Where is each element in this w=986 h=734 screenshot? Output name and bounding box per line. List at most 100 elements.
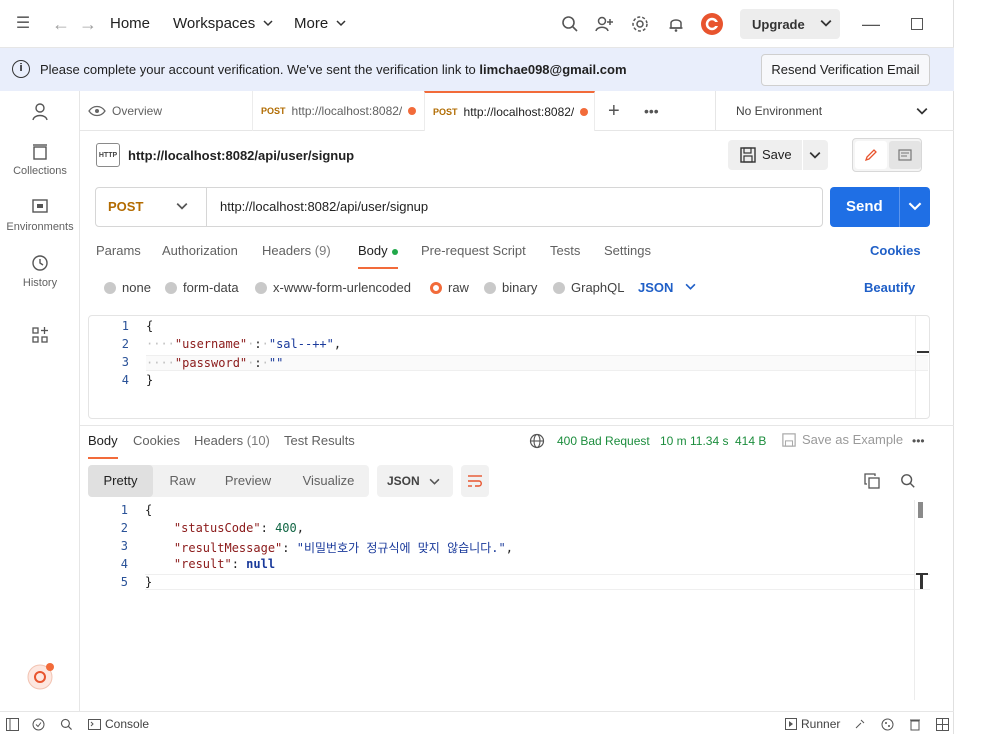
view-visualize[interactable]: Visualize xyxy=(291,465,366,497)
runner-button[interactable]: Runner xyxy=(785,716,840,732)
save-button[interactable]: Save xyxy=(728,140,828,170)
response-tab-test-results[interactable]: Test Results xyxy=(284,433,355,459)
avatar[interactable] xyxy=(700,12,724,36)
minimize-button[interactable]: — xyxy=(860,13,882,35)
new-tab-button[interactable]: + xyxy=(608,91,628,131)
response-format-select[interactable]: JSON xyxy=(377,465,453,497)
json-key: "resultMessage" xyxy=(173,541,283,555)
console-button[interactable]: Console xyxy=(88,716,149,732)
request-body-editor[interactable]: 1 2 3 4 { ····"username"·:·"sal--++", ··… xyxy=(88,315,930,419)
response-body-viewer[interactable]: 1 2 3 4 5 { "statusCode": 400, "resultMe… xyxy=(88,500,930,705)
sync-status-icon[interactable] xyxy=(32,716,45,732)
forward-arrow-icon[interactable]: → xyxy=(77,13,99,35)
chevron-down-icon[interactable] xyxy=(809,149,821,161)
back-arrow-icon[interactable]: ← xyxy=(50,13,72,35)
edit-pencil-icon[interactable] xyxy=(855,141,887,169)
response-size[interactable]: 414 B xyxy=(735,434,766,448)
tab-overview[interactable]: Overview xyxy=(88,91,248,131)
copy-icon[interactable] xyxy=(864,473,880,489)
tab-headers[interactable]: Headers (9) xyxy=(262,243,331,269)
gear-icon[interactable] xyxy=(628,12,652,36)
beautify-link[interactable]: Beautify xyxy=(864,280,915,295)
method-select[interactable]: POST xyxy=(96,188,207,226)
search-icon[interactable] xyxy=(558,12,582,36)
response-status[interactable]: 400 Bad Request xyxy=(557,434,650,448)
view-raw[interactable]: Raw xyxy=(155,465,210,497)
postbot-icon xyxy=(27,663,54,690)
tab-request-2[interactable]: POST http://localhost:8082/ xyxy=(424,91,595,131)
response-view-toggle: Pretty Raw Preview Visualize xyxy=(88,465,369,497)
radio-label: raw xyxy=(448,280,469,295)
more-tabs-icon[interactable]: ••• xyxy=(644,91,664,131)
cookies-icon[interactable] xyxy=(881,716,894,732)
response-tab-body[interactable]: Body xyxy=(88,433,118,459)
sidebar-item-environments[interactable]: Environments xyxy=(0,197,80,233)
save-as-example-button[interactable]: Save as Example xyxy=(782,432,903,447)
editor-scrollbar[interactable] xyxy=(915,316,929,418)
line-number: 1 xyxy=(121,319,129,333)
tab-pre-request-script[interactable]: Pre-request Script xyxy=(421,243,526,269)
upgrade-button[interactable]: Upgrade xyxy=(740,9,840,39)
home-link[interactable]: Home xyxy=(110,14,150,34)
tab-body[interactable]: Body xyxy=(358,243,398,269)
tab-request-1[interactable]: POST http://localhost:8082/ xyxy=(252,91,422,131)
bell-icon[interactable] xyxy=(664,12,688,36)
url-input[interactable]: http://localhost:8082/api/user/signup xyxy=(220,188,428,226)
documentation-icon[interactable] xyxy=(889,141,921,169)
response-scrollbar[interactable] xyxy=(914,500,928,700)
console-label: Console xyxy=(105,717,150,731)
eye-icon xyxy=(88,105,106,117)
sidebar-item-history[interactable]: History xyxy=(0,253,80,289)
more-menu[interactable]: More xyxy=(294,14,346,34)
response-tab-headers[interactable]: Headers (10) xyxy=(194,433,270,459)
environment-selector[interactable]: No Environment xyxy=(715,91,954,131)
response-divider[interactable] xyxy=(80,425,954,426)
body-format-label: JSON xyxy=(638,280,674,295)
body-type-urlencoded[interactable]: x-www-form-urlencoded xyxy=(255,280,411,295)
body-type-graphql[interactable]: GraphQL xyxy=(553,280,624,295)
wrap-lines-icon[interactable] xyxy=(461,465,489,497)
resend-verification-button[interactable]: Resend Verification Email xyxy=(761,54,930,86)
layout-icon[interactable] xyxy=(936,716,949,732)
unsaved-dot xyxy=(580,108,589,116)
sidebar-item-add-apps[interactable] xyxy=(0,325,80,349)
sidebar-toggle-icon[interactable] xyxy=(6,716,19,732)
request-title[interactable]: http://localhost:8082/api/user/signup xyxy=(128,148,354,163)
tab-settings[interactable]: Settings xyxy=(604,243,651,269)
menu-icon[interactable]: ☰ xyxy=(12,14,34,34)
response-tab-cookies[interactable]: Cookies xyxy=(133,433,180,459)
radio-label: x-www-form-urlencoded xyxy=(273,280,411,295)
body-type-none[interactable]: none xyxy=(104,280,151,295)
search-icon[interactable] xyxy=(900,473,916,489)
body-format-select[interactable]: JSON xyxy=(638,280,696,295)
tab-params[interactable]: Params xyxy=(96,243,141,269)
capture-icon[interactable] xyxy=(854,716,866,732)
banner-message: Please complete your account verificatio… xyxy=(40,62,627,77)
find-icon[interactable] xyxy=(60,716,73,732)
code-line: } xyxy=(146,373,154,387)
workspaces-menu[interactable]: Workspaces xyxy=(173,14,273,34)
view-preview[interactable]: Preview xyxy=(213,465,283,497)
maximize-button[interactable] xyxy=(906,13,928,35)
response-time[interactable]: 10 m 11.34 s xyxy=(660,434,728,448)
radio-indicator xyxy=(165,281,177,294)
radio-label: binary xyxy=(502,280,538,295)
body-type-form-data[interactable]: form-data xyxy=(165,280,239,295)
sidebar-item-account[interactable] xyxy=(0,102,80,126)
response-more-icon[interactable]: ••• xyxy=(912,434,925,448)
send-button[interactable]: Send xyxy=(830,187,930,227)
body-type-binary[interactable]: binary xyxy=(484,280,537,295)
invite-user-icon[interactable] xyxy=(592,12,616,36)
sidebar-item-agent[interactable] xyxy=(0,663,80,695)
tab-tests[interactable]: Tests xyxy=(550,243,580,269)
globe-icon[interactable] xyxy=(529,433,545,449)
cookies-link[interactable]: Cookies xyxy=(870,243,921,258)
chevron-down-icon[interactable] xyxy=(908,199,922,213)
sidebar-item-collections[interactable]: Collections xyxy=(0,141,80,177)
trash-icon[interactable] xyxy=(909,716,921,732)
tab-authorization[interactable]: Authorization xyxy=(162,243,238,269)
view-pretty[interactable]: Pretty xyxy=(88,465,153,497)
radio-label: none xyxy=(122,280,151,295)
sidebar-item-label: Environments xyxy=(6,221,74,233)
body-type-raw[interactable]: raw xyxy=(430,280,469,295)
